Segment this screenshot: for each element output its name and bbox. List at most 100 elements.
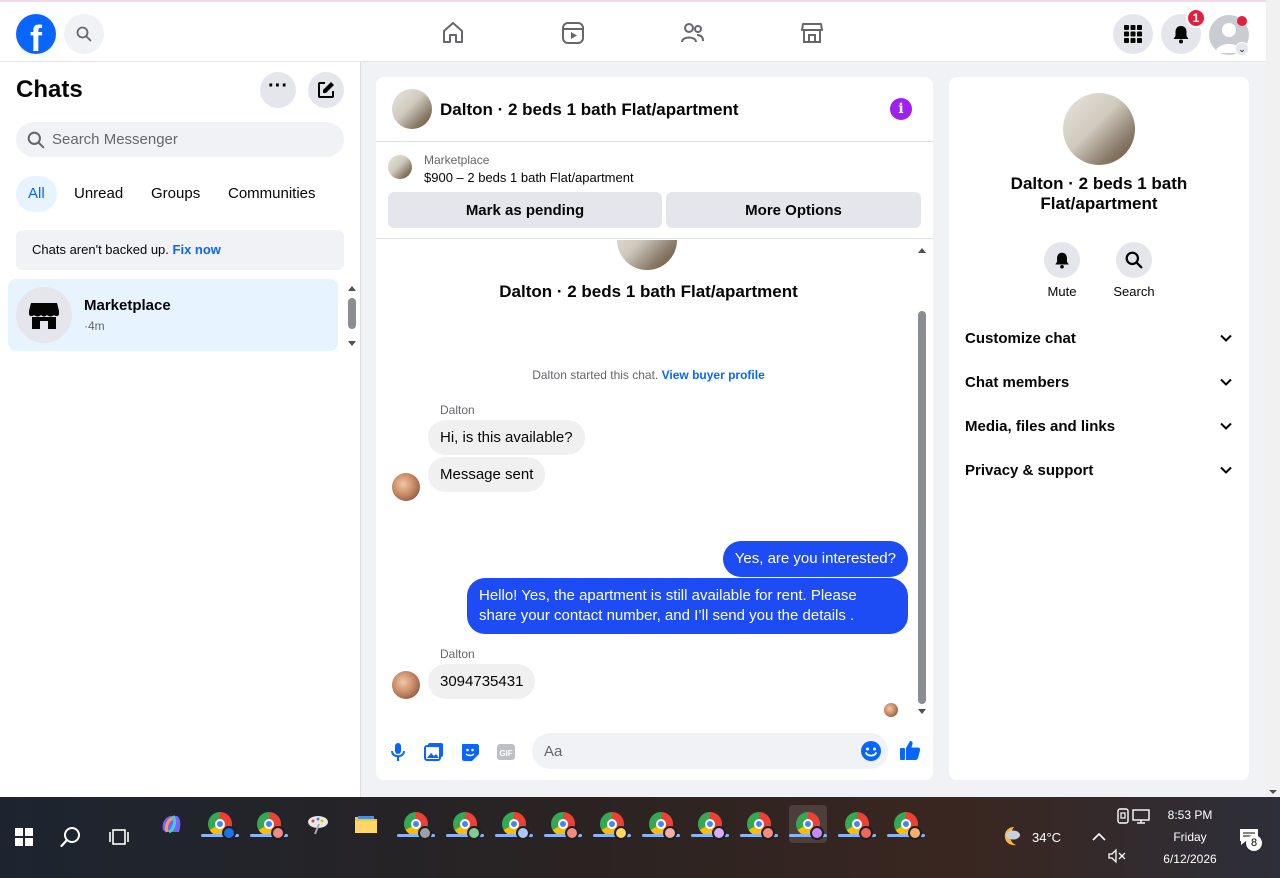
taskbar-chrome-9[interactable] — [642, 805, 680, 843]
section-media-files-links[interactable]: Media, files and links — [965, 415, 1233, 439]
taskbar-chrome-13[interactable] — [838, 805, 876, 843]
info-icon[interactable]: i — [890, 98, 912, 120]
notification-count-badge: 8 — [1246, 835, 1262, 851]
menu-button[interactable] — [1113, 14, 1153, 54]
home-icon — [443, 22, 463, 43]
compose-icon — [318, 82, 334, 98]
incoming-message[interactable]: 3094735431 — [428, 664, 536, 699]
page-scrollbar[interactable] — [1266, 0, 1280, 797]
message-input[interactable] — [544, 733, 844, 769]
taskbar-chrome-4[interactable] — [397, 805, 435, 843]
sender-avatar[interactable] — [392, 671, 420, 699]
mark-as-pending-button[interactable]: Mark as pending — [388, 192, 662, 228]
filter-unread[interactable]: Unread — [62, 176, 135, 212]
search-input[interactable] — [52, 122, 332, 157]
taskbar-chrome-8[interactable] — [593, 805, 631, 843]
messenger-search[interactable] — [16, 122, 344, 157]
more-options-button[interactable]: More Options — [666, 192, 921, 228]
search-action[interactable]: Search — [1104, 242, 1164, 299]
taskbar-app-3[interactable] — [299, 805, 337, 843]
section-chat-members[interactable]: Chat members — [965, 371, 1233, 395]
task-view-button[interactable] — [100, 818, 138, 856]
nav-reels[interactable] — [559, 19, 587, 47]
tray-volume[interactable] — [1098, 837, 1136, 875]
chevron-down-icon — [1220, 378, 1232, 386]
taskbar-chrome-10[interactable] — [691, 805, 729, 843]
chat-details-pane: Dalton · 2 beds 1 bath Flat/apartment Mu… — [949, 77, 1249, 780]
emoji-icon[interactable] — [860, 740, 882, 762]
chrome-icon — [404, 812, 432, 840]
taskbar-copilot[interactable] — [152, 805, 190, 843]
taskbar-chrome-2[interactable] — [250, 805, 288, 843]
listing-price[interactable]: $900 – 2 beds 1 bath Flat/apartment — [424, 170, 634, 185]
chrome-icon — [845, 812, 873, 840]
notification-badge: 1 — [1186, 8, 1206, 28]
fix-now-link[interactable]: Fix now — [173, 242, 221, 257]
listing-large-photo — [617, 240, 677, 270]
chrome-icon — [796, 812, 824, 840]
sticker-icon — [462, 744, 479, 761]
filter-all[interactable]: All — [16, 176, 57, 212]
chat-options-button[interactable]: ··· — [260, 72, 296, 108]
mute-action[interactable]: Mute — [1032, 242, 1092, 299]
taskbar-chrome-1[interactable] — [201, 805, 239, 843]
weather-widget[interactable] — [994, 818, 1032, 856]
moon-cloud-icon — [1004, 827, 1020, 846]
incoming-message[interactable]: Hi, is this available? — [428, 420, 585, 455]
copilot-icon — [162, 815, 181, 834]
clock-date: 6/12/2026 — [1163, 852, 1217, 866]
taskbar-file-explorer[interactable] — [347, 805, 385, 843]
backup-notice: Chats aren't backed up. Fix now — [16, 230, 344, 270]
section-privacy-support[interactable]: Privacy & support — [965, 459, 1233, 483]
sticker-button[interactable] — [459, 741, 481, 763]
mute-label: Mute — [1047, 284, 1077, 299]
start-button[interactable] — [5, 818, 43, 856]
sender-avatar[interactable] — [392, 473, 420, 501]
search-conversation-button[interactable] — [1116, 242, 1152, 278]
nav-home[interactable] — [439, 19, 467, 47]
message-field[interactable] — [532, 733, 888, 769]
new-message-button[interactable] — [308, 72, 344, 108]
chat-started-notice: Dalton started this chat. View buyer pro… — [376, 368, 921, 382]
outgoing-message[interactable]: Hello! Yes, the apartment is still avail… — [467, 578, 908, 634]
thread-scrollbar[interactable] — [917, 247, 927, 717]
gif-button[interactable]: GIF — [495, 741, 517, 763]
chat-list-item[interactable]: Marketplace ·4m — [8, 279, 338, 351]
windows-taskbar: 34°C 8:53 PM Friday 6/12/2026 8 — [0, 797, 1280, 878]
nav-marketplace[interactable] — [798, 19, 826, 47]
taskbar-chrome-14[interactable] — [887, 805, 925, 843]
filter-communities[interactable]: Communities — [216, 176, 328, 212]
search-button[interactable] — [64, 14, 104, 54]
taskbar-chrome-5[interactable] — [446, 805, 484, 843]
message-sender: Dalton — [440, 403, 475, 417]
facebook-logo[interactable]: f — [16, 14, 56, 59]
clock-time[interactable]: 8:53 PM — [1150, 808, 1230, 822]
account-chevron-icon[interactable]: ⌄ — [1235, 42, 1249, 56]
filter-groups[interactable]: Groups — [139, 176, 212, 212]
view-buyer-profile-link[interactable]: View buyer profile — [662, 368, 765, 382]
chrome-icon — [453, 812, 481, 840]
outgoing-message[interactable]: Yes, are you interested? — [722, 541, 908, 577]
marketplace-icon — [801, 23, 823, 43]
incoming-message[interactable]: Message sent — [428, 457, 546, 492]
listing-photo[interactable] — [392, 89, 432, 129]
composer-bar: GIF — [376, 729, 933, 773]
voice-clip-button[interactable] — [387, 741, 409, 763]
nav-friends[interactable] — [678, 19, 706, 47]
friends-icon — [681, 23, 704, 43]
chat-list-scrollbar[interactable] — [347, 282, 357, 352]
chat-name: Marketplace — [84, 297, 171, 314]
taskbar-search-button[interactable] — [52, 818, 90, 856]
taskbar-chrome-11[interactable] — [740, 805, 778, 843]
chevron-down-icon — [1220, 334, 1232, 342]
chat-time: ·4m — [84, 319, 105, 333]
taskbar-chrome-7[interactable] — [544, 805, 582, 843]
taskbar-chrome-12-active[interactable] — [789, 805, 827, 843]
details-listing-photo[interactable] — [1063, 93, 1135, 165]
mute-button[interactable] — [1044, 242, 1080, 278]
section-customize-chat[interactable]: Customize chat — [965, 327, 1233, 351]
attach-photo-button[interactable] — [423, 741, 445, 763]
conversation-title[interactable]: Dalton · 2 beds 1 bath Flat/apartment — [440, 100, 739, 120]
like-button[interactable] — [899, 739, 921, 761]
taskbar-chrome-6[interactable] — [495, 805, 533, 843]
